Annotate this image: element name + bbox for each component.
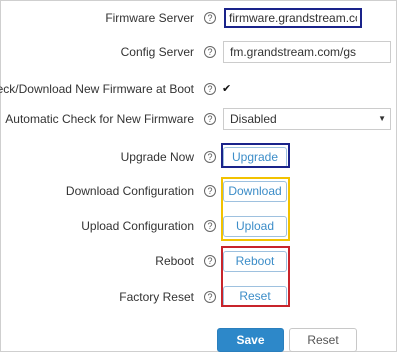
download-config-label: Download Configuration xyxy=(65,184,194,198)
help-circle-icon[interactable]: ? xyxy=(204,12,216,24)
help-circle-icon[interactable]: ? xyxy=(204,185,216,197)
help-circle-icon[interactable]: ? xyxy=(204,46,216,58)
checkbox-checked-icon[interactable]: ✔ xyxy=(222,84,232,95)
auto-check-select[interactable]: Disabled ▼ xyxy=(223,108,391,130)
help-circle-icon[interactable]: ? xyxy=(204,83,216,95)
reboot-label: Reboot xyxy=(155,254,194,268)
upgrade-now-label: Upgrade Now xyxy=(120,150,194,164)
factory-reset-button[interactable]: Reset xyxy=(223,286,287,307)
upgrade-button[interactable]: Upgrade xyxy=(223,147,287,168)
check-at-boot-label: Check/Download New Firmware at Boot xyxy=(0,82,194,96)
reboot-button[interactable]: Reboot xyxy=(223,251,287,272)
upload-button[interactable]: Upload xyxy=(223,216,287,237)
factory-reset-label: Factory Reset xyxy=(119,290,194,304)
help-circle-icon[interactable]: ? xyxy=(204,220,216,232)
help-circle-icon[interactable]: ? xyxy=(204,291,216,303)
settings-panel: Firmware Server ? Config Server ? Check/… xyxy=(0,0,397,352)
config-server-label: Config Server xyxy=(120,45,194,59)
save-button[interactable]: Save xyxy=(217,328,284,352)
config-server-input[interactable] xyxy=(223,41,391,63)
help-circle-icon[interactable]: ? xyxy=(204,255,216,267)
download-button[interactable]: Download xyxy=(223,181,287,202)
auto-check-selected-value: Disabled xyxy=(230,112,277,126)
firmware-server-label: Firmware Server xyxy=(105,11,194,25)
help-circle-icon[interactable]: ? xyxy=(204,113,216,125)
upload-config-label: Upload Configuration xyxy=(81,219,194,233)
help-circle-icon[interactable]: ? xyxy=(204,151,216,163)
chevron-down-icon: ▼ xyxy=(378,114,386,123)
auto-check-label: Automatic Check for New Firmware xyxy=(5,112,194,126)
firmware-server-input[interactable] xyxy=(224,8,362,28)
reset-button[interactable]: Reset xyxy=(289,328,357,352)
